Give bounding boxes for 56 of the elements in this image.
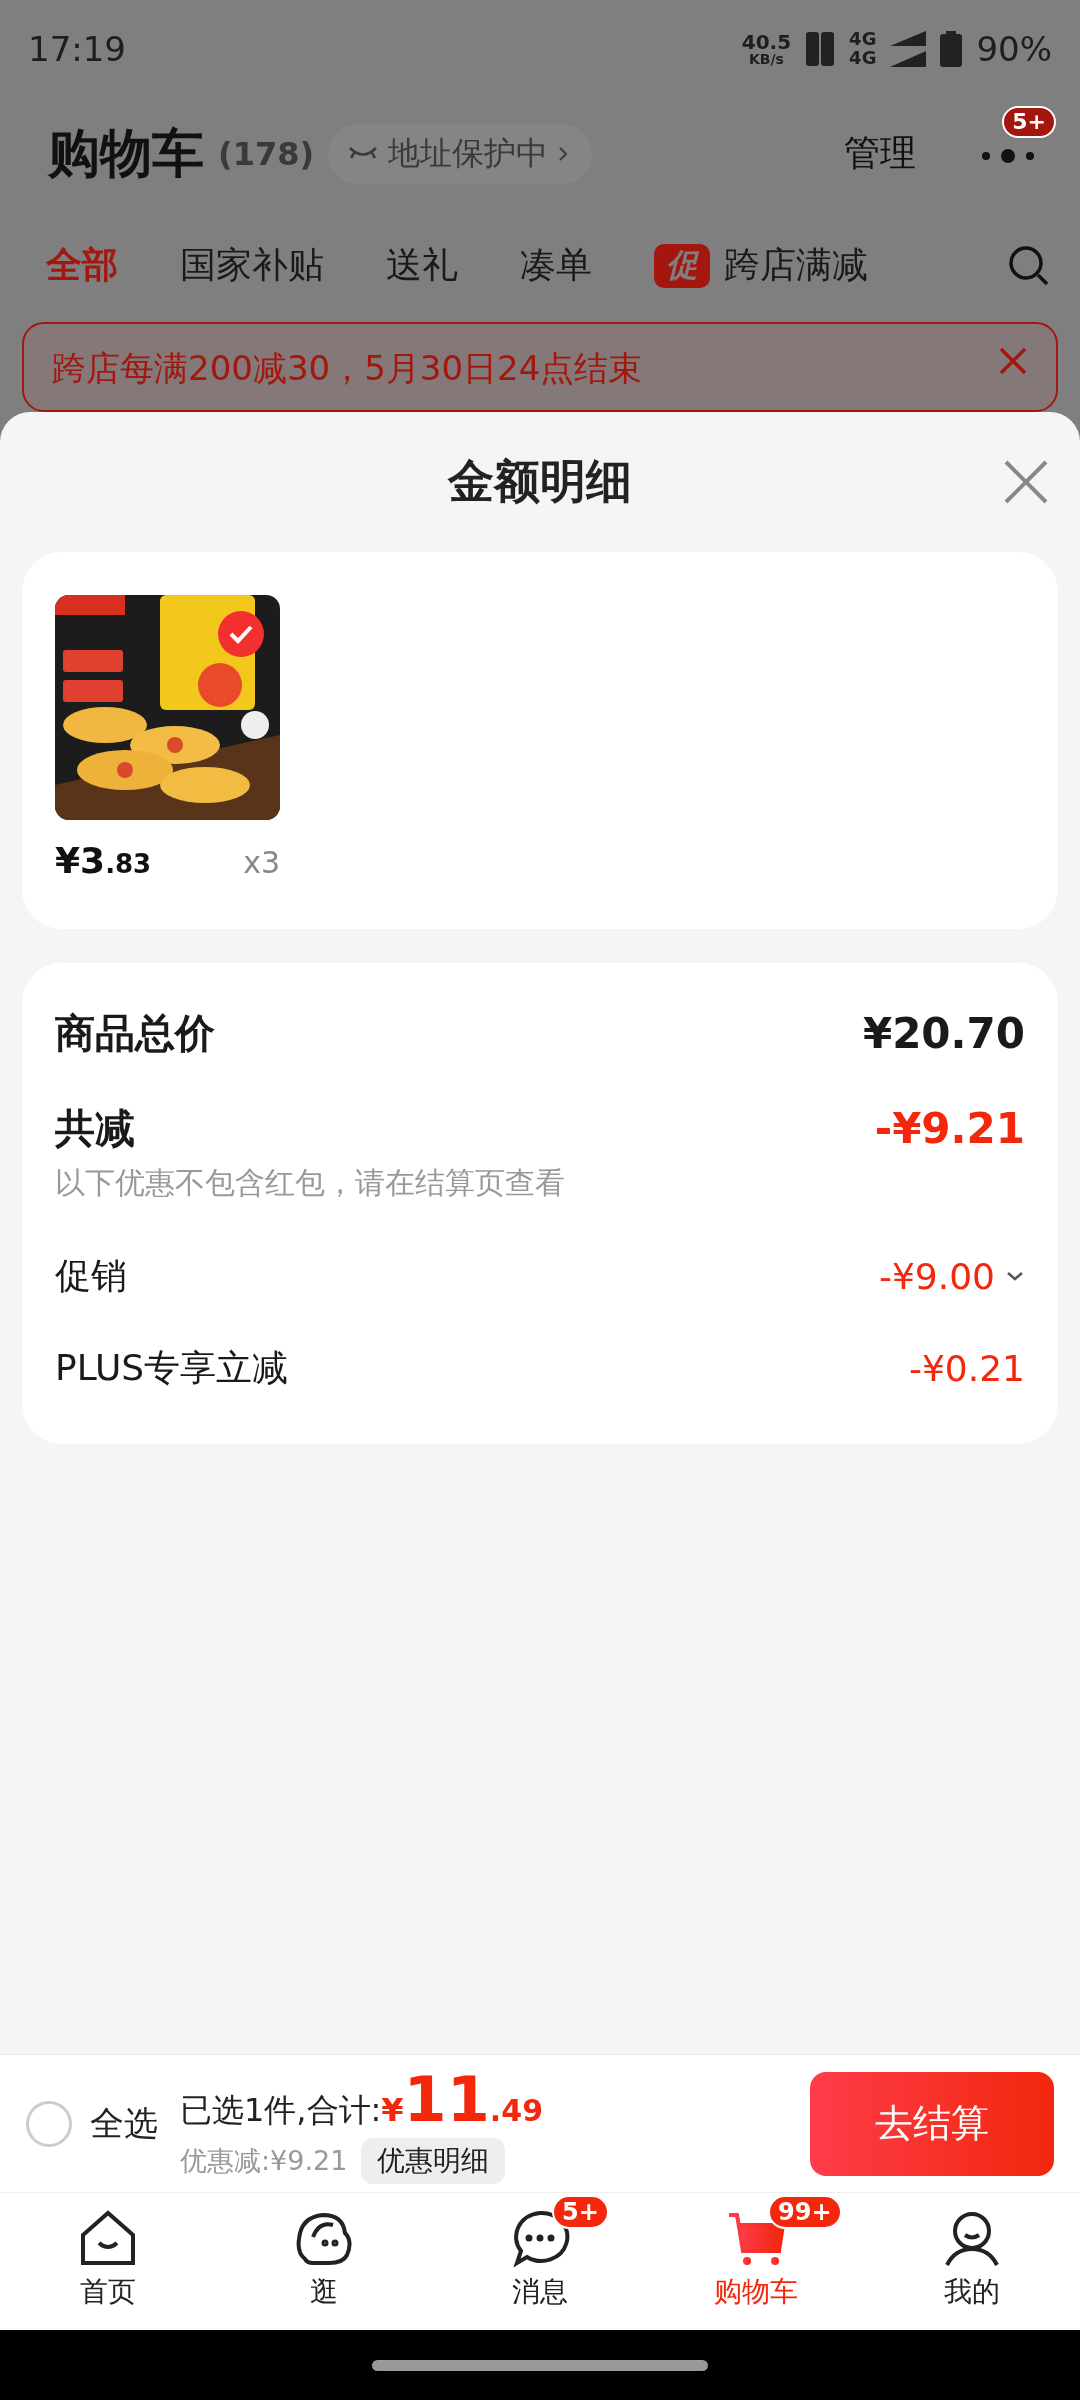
selected-summary: 已选1件,合计: — [180, 2090, 382, 2131]
status-time: 17:19 — [28, 28, 126, 69]
promo-banner-text: 跨店每满200减30，5月30日24点结束 — [52, 347, 644, 390]
sheet-title: 金额明细 — [448, 453, 632, 510]
nav-tab[interactable]: 首页 — [0, 2193, 216, 2330]
nav-label: 首页 — [80, 2274, 136, 2310]
saving-amount: 优惠减:¥9.21 — [180, 2144, 348, 2178]
chevron-right-icon — [558, 145, 569, 162]
nav-tab[interactable]: 我的 — [864, 2193, 1080, 2330]
page-title: 购物车 — [48, 121, 204, 185]
product-quantity: x3 — [243, 845, 280, 880]
nav-tab[interactable]: 消息 5+ — [432, 2193, 648, 2330]
nav-label: 购物车 — [714, 2274, 798, 2310]
battery-level: 90% — [976, 28, 1052, 69]
discount-item-value: -¥9.00 — [878, 1255, 995, 1297]
total-value: ¥20.70 — [862, 1008, 1025, 1058]
category-tab[interactable]: 送礼 — [386, 241, 458, 291]
discount-item-value: -¥0.21 — [908, 1347, 1025, 1389]
net-speed: 40.5 — [741, 31, 792, 52]
count-badge: 5+ — [552, 2195, 609, 2230]
discount-item-label: PLUS专享立减 — [55, 1345, 289, 1390]
checkout-button[interactable]: 去结算 — [810, 2071, 1054, 2176]
category-tab[interactable]: 凑单 — [520, 241, 592, 291]
discount-detail-button[interactable]: 优惠明细 — [361, 2138, 506, 2184]
signal-icon — [890, 30, 927, 67]
category-tab[interactable]: 国家补贴 — [180, 241, 324, 291]
nav-tab[interactable]: 购物车 99+ — [648, 2193, 864, 2330]
address-protection-label: 地址保护中 — [388, 132, 549, 174]
total-amount: ¥11.49 — [381, 2063, 543, 2136]
promo-tag: 促 — [654, 243, 710, 288]
chevron-down-icon[interactable] — [1005, 1270, 1025, 1282]
net-speed-unit: KB/s — [748, 51, 784, 66]
discount-label: 共减 — [55, 1103, 135, 1153]
battery-icon — [940, 30, 963, 67]
nav-tab[interactable]: 逛 — [216, 2193, 432, 2330]
select-all-label: 全选 — [90, 2101, 158, 2145]
product-price: ¥3.83 — [55, 840, 152, 881]
search-icon[interactable] — [1008, 244, 1050, 287]
dual-sim-icon — [805, 30, 836, 67]
network-type: 4G — [849, 29, 877, 49]
category-tab[interactable]: 促 跨店满减 — [654, 241, 868, 291]
manage-button[interactable]: 管理 — [844, 129, 916, 179]
discount-note: 以下优惠不包含红包，请在结算页查看 — [55, 1164, 566, 1202]
total-label: 商品总价 — [55, 1008, 215, 1058]
discount-value: -¥9.21 — [874, 1103, 1025, 1153]
count-badge: 99+ — [768, 2195, 842, 2230]
network-type: 4G — [849, 48, 877, 68]
nav-label: 逛 — [310, 2274, 338, 2310]
nav-label: 我的 — [944, 2274, 1000, 2310]
select-all-checkbox[interactable] — [26, 2100, 72, 2147]
notification-badge: 5+ — [1002, 105, 1056, 138]
discount-item-label: 促销 — [55, 1253, 127, 1298]
address-protection-chip[interactable]: 地址保护中 — [328, 123, 593, 184]
nav-label: 消息 — [512, 2274, 568, 2310]
cart-count: (178) — [218, 134, 315, 173]
gesture-bar[interactable] — [372, 2359, 708, 2371]
